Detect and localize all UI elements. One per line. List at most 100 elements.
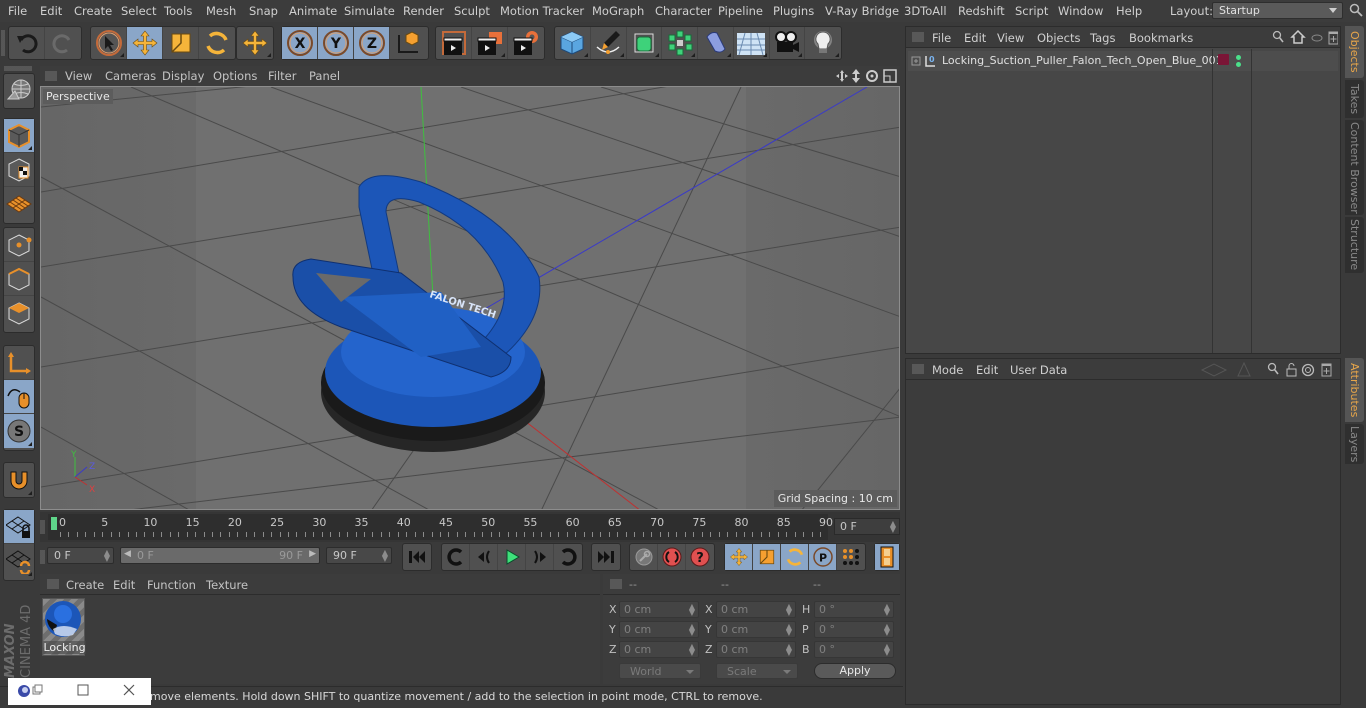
back-arrow-icon[interactable] bbox=[1200, 363, 1228, 377]
edges-mode-button[interactable] bbox=[4, 262, 34, 296]
rotation-b-field[interactable]: 0 ° ▲ ▼ bbox=[814, 641, 894, 658]
timeline-ruler[interactable]: 0 5 10 15 20 25 30 35 40 45 50 55 60 65 70 75 80 85 90 bbox=[48, 514, 833, 540]
material-menu-texture[interactable]: Texture bbox=[206, 578, 248, 592]
spinner-arrows-icon[interactable]: ▲ ▼ bbox=[786, 603, 792, 617]
new-window-icon[interactable] bbox=[1321, 363, 1332, 377]
objects-menu-objects[interactable]: Objects bbox=[1037, 31, 1080, 45]
material-swatch[interactable]: Locking bbox=[42, 598, 86, 656]
menu-edit[interactable]: Edit bbox=[40, 4, 62, 18]
size-x-field[interactable]: 0 cm ▲ ▼ bbox=[716, 601, 796, 618]
workplane-align-button[interactable] bbox=[4, 544, 34, 578]
next-keyframe-button[interactable] bbox=[554, 544, 582, 570]
objects-menu-view[interactable]: View bbox=[997, 31, 1024, 45]
coordinate-space-dropdown[interactable]: World bbox=[619, 663, 701, 679]
pen-button[interactable] bbox=[591, 27, 627, 59]
prev-frame-button[interactable] bbox=[470, 544, 498, 570]
coordinates-grip[interactable] bbox=[610, 579, 622, 589]
menu-vray-bridge[interactable]: V-Ray Bridge bbox=[825, 4, 899, 18]
attribute-manager-grip[interactable] bbox=[912, 364, 924, 374]
menu-3dtoall[interactable]: 3DToAll bbox=[904, 4, 947, 18]
pan-view-icon[interactable] bbox=[836, 70, 848, 82]
prev-keyframe-button[interactable] bbox=[442, 544, 470, 570]
render-view-button[interactable] bbox=[436, 27, 472, 59]
solo-mode-button[interactable]: S bbox=[4, 414, 34, 448]
layout-dropdown[interactable]: Startup bbox=[1212, 2, 1343, 19]
objects-menu-edit[interactable]: Edit bbox=[964, 31, 986, 45]
position-y-field[interactable]: 0 cm ▲ ▼ bbox=[619, 621, 699, 638]
subdivision-button[interactable] bbox=[627, 27, 663, 59]
start-frame-field[interactable]: 0 F ▲ ▼ bbox=[47, 547, 114, 564]
end-frame-field[interactable]: 90 F ▲ ▼ bbox=[326, 547, 392, 564]
menu-sculpt[interactable]: Sculpt bbox=[454, 4, 490, 18]
search-icon[interactable] bbox=[1272, 30, 1284, 43]
expand-plus-icon[interactable] bbox=[911, 56, 921, 66]
size-y-field[interactable]: 0 cm ▲ ▼ bbox=[716, 621, 796, 638]
polygons-mode-button[interactable] bbox=[4, 296, 34, 330]
spinner-arrows-icon[interactable]: ▲ ▼ bbox=[786, 623, 792, 637]
rotate-view-icon[interactable] bbox=[866, 70, 878, 82]
search-icon[interactable] bbox=[1267, 362, 1279, 375]
attributes-menu-edit[interactable]: Edit bbox=[976, 363, 998, 377]
object-row[interactable]: 0 Locking_Suction_Puller_Falon_Tech_Open… bbox=[908, 51, 1338, 71]
material-grip[interactable] bbox=[47, 579, 59, 589]
next-frame-button[interactable] bbox=[526, 544, 554, 570]
timeline-window-button[interactable] bbox=[875, 544, 899, 570]
camera-label[interactable]: Perspective bbox=[43, 89, 113, 104]
material-menu-create[interactable]: Create bbox=[66, 578, 104, 592]
menu-render[interactable]: Render bbox=[403, 4, 444, 18]
snap-button[interactable] bbox=[4, 463, 34, 497]
key-scale-button[interactable] bbox=[753, 544, 781, 570]
workplane-lock-button[interactable] bbox=[4, 510, 34, 544]
x-axis-button[interactable]: X bbox=[282, 27, 318, 59]
camera-button[interactable] bbox=[770, 27, 806, 59]
spinner-arrows-icon[interactable]: ▲ ▼ bbox=[884, 603, 890, 617]
size-z-field[interactable]: 0 cm ▲ ▼ bbox=[716, 641, 796, 658]
position-x-field[interactable]: 0 cm ▲ ▼ bbox=[619, 601, 699, 618]
menu-snap[interactable]: Snap bbox=[249, 4, 278, 18]
menu-create[interactable]: Create bbox=[74, 4, 112, 18]
coordinate-system-button[interactable] bbox=[390, 27, 426, 59]
timeline-grip[interactable] bbox=[40, 520, 45, 534]
range-left-arrow-icon[interactable]: ◀ bbox=[124, 549, 131, 559]
material-menu-edit[interactable]: Edit bbox=[113, 578, 135, 592]
target-icon[interactable] bbox=[1301, 363, 1315, 377]
tab-layers[interactable]: Layers bbox=[1345, 424, 1364, 464]
menu-character[interactable]: Character bbox=[655, 4, 712, 18]
objects-menu-bookmarks[interactable]: Bookmarks bbox=[1129, 31, 1193, 45]
keyframe-selection-button[interactable]: ? bbox=[686, 544, 714, 570]
search-icon[interactable] bbox=[1349, 3, 1363, 17]
tab-content-browser[interactable]: Content Browser bbox=[1345, 120, 1364, 215]
render-visibility-dot-icon[interactable] bbox=[1236, 62, 1241, 67]
recent-move-button[interactable] bbox=[237, 27, 273, 59]
size-mode-dropdown[interactable]: Scale bbox=[716, 663, 798, 679]
object-manager-grip[interactable] bbox=[912, 32, 924, 42]
cloner-button[interactable] bbox=[662, 27, 698, 59]
deformer-button[interactable] bbox=[698, 27, 734, 59]
editor-visibility-dot-icon[interactable] bbox=[1236, 55, 1241, 60]
material-menu-function[interactable]: Function bbox=[147, 578, 196, 592]
range-right-arrow-icon[interactable]: ▶ bbox=[309, 549, 316, 559]
tab-takes[interactable]: Takes bbox=[1345, 80, 1364, 118]
move-tool-button[interactable] bbox=[127, 27, 163, 59]
undo-button[interactable] bbox=[9, 27, 45, 59]
current-frame-field[interactable]: 0 F ▲ ▼ bbox=[834, 518, 900, 535]
3d-viewport[interactable]: FALON TECH Y Z X Perspective Grid Spacin… bbox=[40, 86, 900, 510]
menu-script[interactable]: Script bbox=[1015, 4, 1048, 18]
spinner-arrows-icon[interactable]: ▲ ▼ bbox=[104, 549, 110, 563]
spinner-arrows-icon[interactable]: ▲ ▼ bbox=[382, 549, 388, 563]
render-settings-button[interactable] bbox=[508, 27, 544, 59]
light-button[interactable] bbox=[805, 27, 841, 59]
cube-button[interactable] bbox=[555, 27, 591, 59]
viewport-menu-filter[interactable]: Filter bbox=[268, 69, 296, 83]
spinner-arrows-icon[interactable]: ▲ ▼ bbox=[890, 520, 896, 534]
texture-mode-button[interactable] bbox=[4, 153, 34, 187]
render-picture-viewer-button[interactable] bbox=[472, 27, 508, 59]
rotate-tool-button[interactable] bbox=[199, 27, 235, 59]
close-icon[interactable] bbox=[123, 684, 135, 696]
material-tag-icon[interactable] bbox=[1218, 54, 1229, 65]
attributes-menu-mode[interactable]: Mode bbox=[932, 363, 963, 377]
menu-mesh[interactable]: Mesh bbox=[206, 4, 236, 18]
left-toolbar-grip[interactable] bbox=[4, 66, 32, 71]
key-parameter-button[interactable]: P bbox=[809, 544, 837, 570]
rotation-h-field[interactable]: 0 ° ▲ ▼ bbox=[814, 601, 894, 618]
